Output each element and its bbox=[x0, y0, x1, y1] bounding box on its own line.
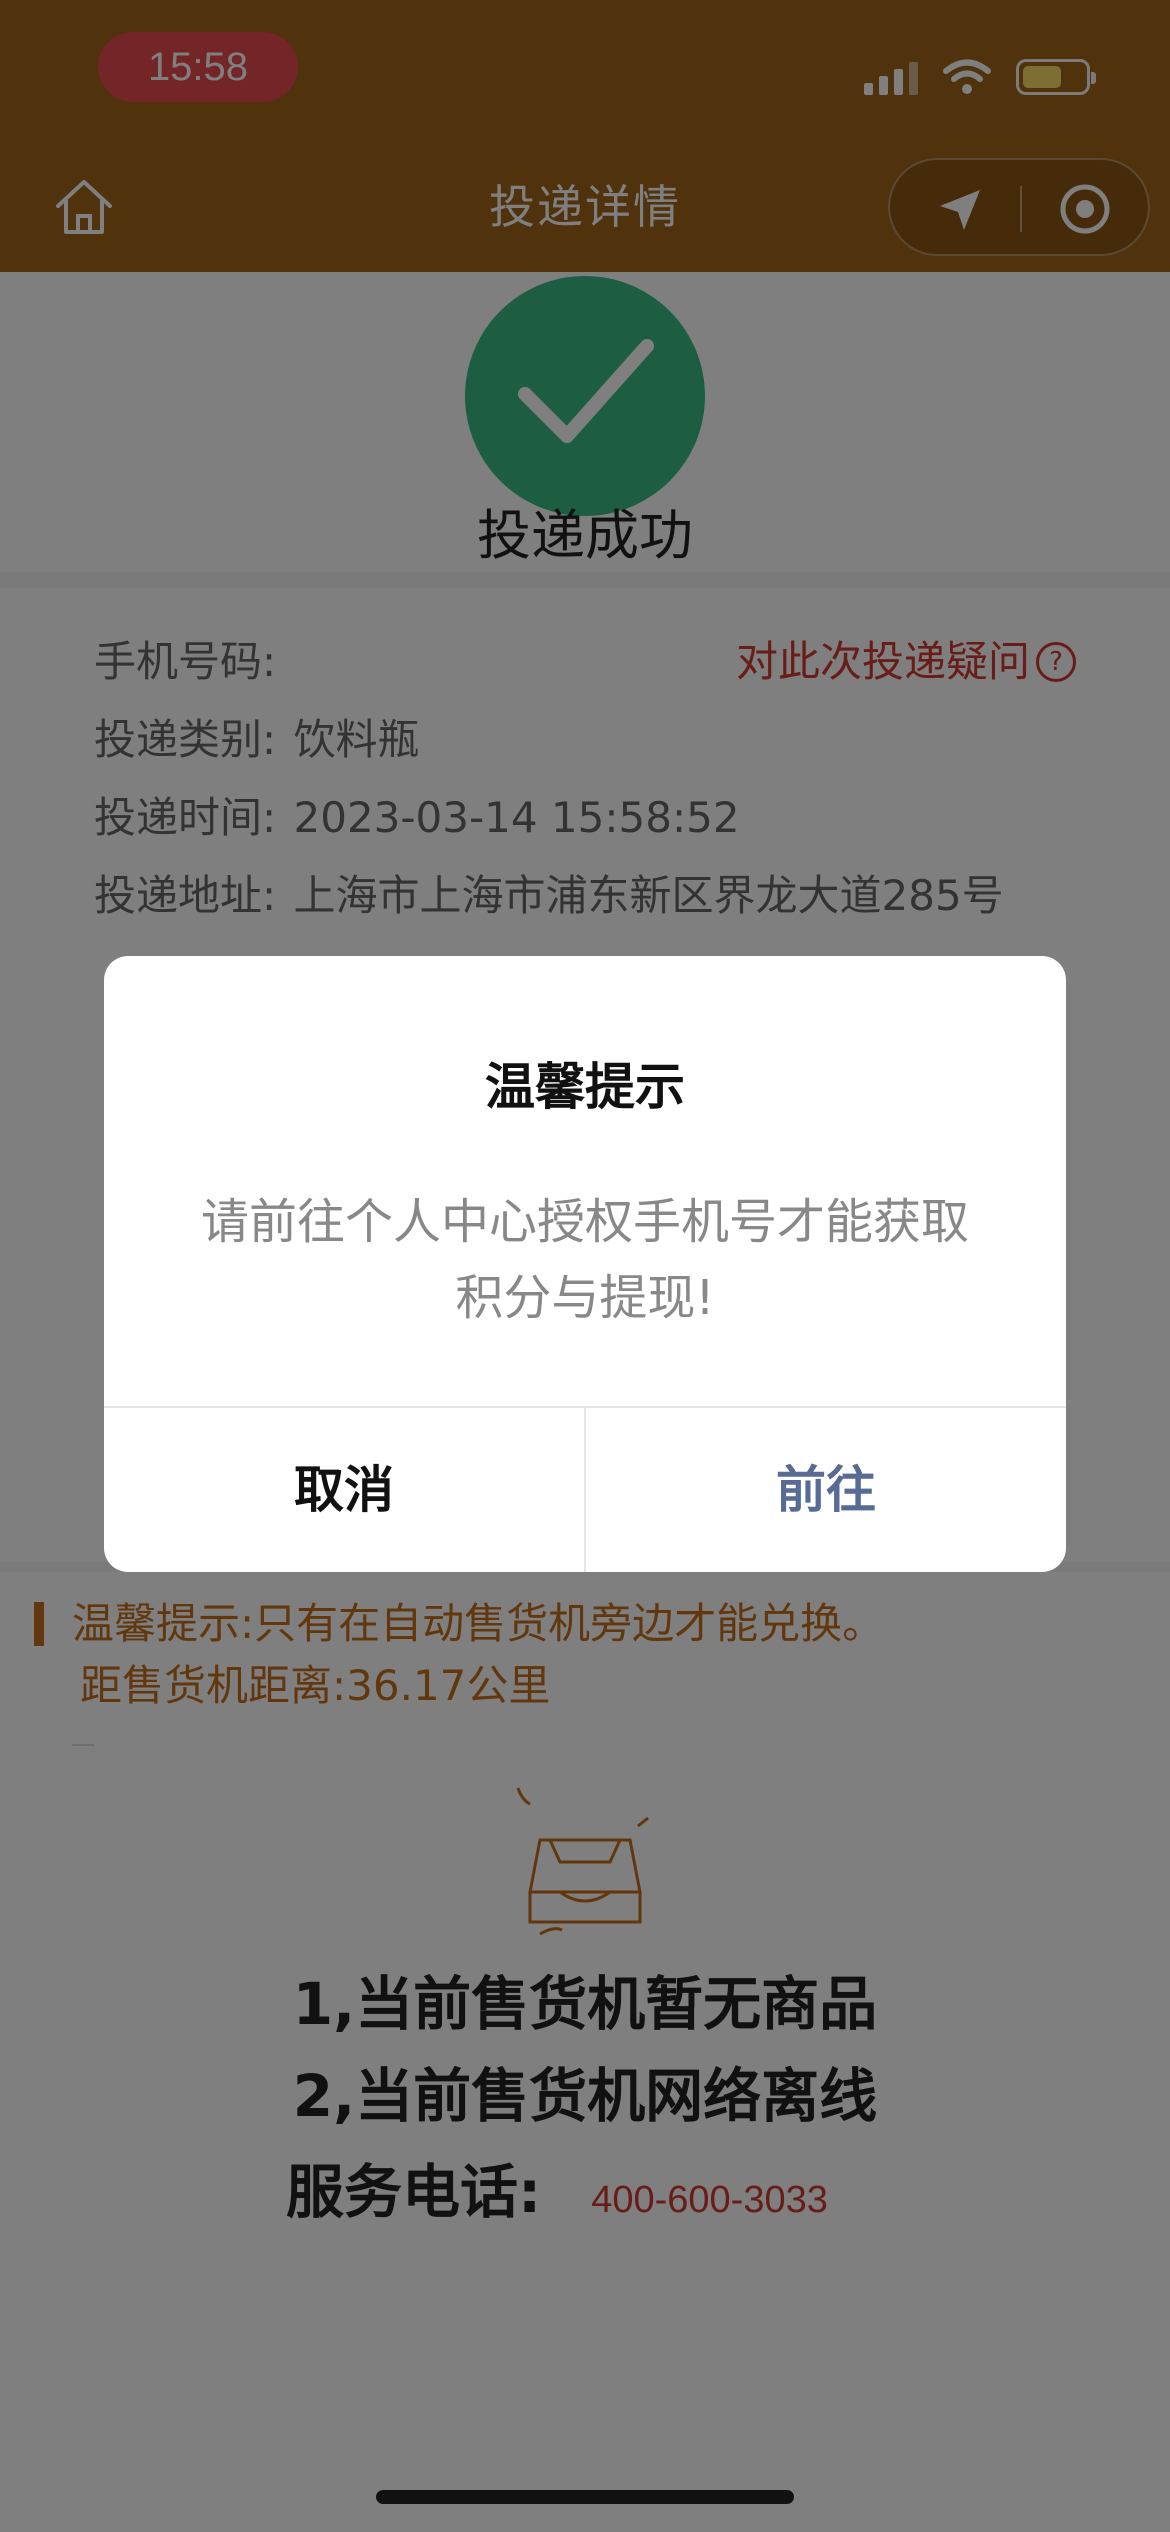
home-indicator[interactable] bbox=[376, 2490, 794, 2504]
dialog-title: 温馨提示 bbox=[485, 1058, 685, 1116]
go-button[interactable]: 前往 bbox=[586, 1408, 1066, 1572]
dialog-message: 请前往个人中心授权手机号才能获取积分与提现! bbox=[200, 1194, 969, 1326]
alert-dialog: 温馨提示 请前往个人中心授权手机号才能获取积分与提现! 取消 前往 bbox=[104, 956, 1066, 1572]
cancel-button[interactable]: 取消 bbox=[104, 1408, 584, 1572]
